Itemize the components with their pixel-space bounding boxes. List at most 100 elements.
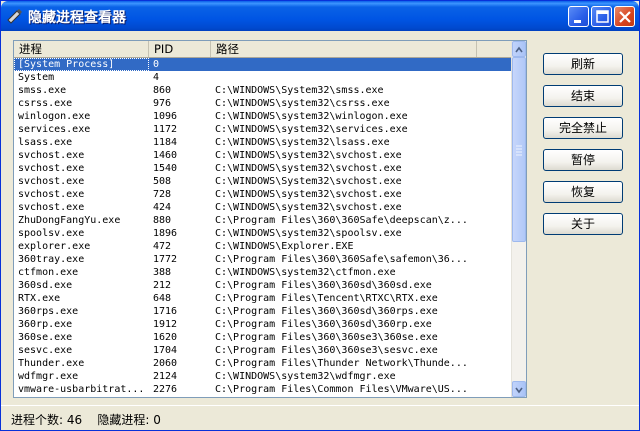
table-row[interactable]: smss.exe 860 C:\WINDOWS\System32\smss.exe	[14, 84, 513, 97]
table-row[interactable]: ctfmon.exe 388 C:\WINDOWS\system32\ctfmon.…	[14, 266, 513, 279]
path-cell: C:\WINDOWS\system32\winlogon.exe	[215, 111, 408, 122]
pid-cell: 1184	[153, 137, 178, 148]
arrow-up-icon	[515, 46, 523, 53]
block-completely-button[interactable]: 完全禁止	[543, 117, 623, 139]
table-row[interactable]: 360sd.exe 212 C:\Program Files\360\360sd\3…	[14, 279, 513, 292]
pid-cell: 388	[153, 267, 172, 278]
pid-cell: 212	[153, 280, 172, 291]
table-row[interactable]: lsass.exe 1184 C:\WINDOWS\system32\lsass.e…	[14, 136, 513, 149]
pid-cell: 1704	[153, 345, 178, 356]
table-row[interactable]: spoolsv.exe 1896 C:\WINDOWS\system32\spool…	[14, 227, 513, 240]
table-row[interactable]: Thunder.exe 2060 C:\Program Files\Thunder …	[14, 357, 513, 370]
table-row[interactable]: svchost.exe 728 C:\WINDOWS\system32\svchos…	[14, 188, 513, 201]
table-row[interactable]: ZhuDongFangYu.exe 880 C:\Program Files\360…	[14, 214, 513, 227]
process-name-cell: [System Process]	[14, 58, 149, 71]
table-row[interactable]: explorer.exe 472 C:\WINDOWS\Explorer.EXE	[14, 240, 513, 253]
path-cell: C:\WINDOWS\system32\svchost.exe	[215, 189, 402, 200]
path-cell	[211, 58, 513, 71]
table-row[interactable]: 360tray.exe 1772 C:\Program Files\360\360S…	[14, 253, 513, 266]
process-name-cell: 360tray.exe	[18, 254, 85, 265]
path-cell: C:\Program Files\360\360se3\sesvc.exe	[215, 345, 438, 356]
arrow-down-icon	[515, 387, 523, 394]
path-cell: C:\Program Files\Tencent\RTXC\RTX.exe	[215, 293, 438, 304]
table-row[interactable]: svchost.exe 1460 C:\WINDOWS\system32\svcho…	[14, 149, 513, 162]
table-row[interactable]: 360se.exe 1620 C:\Program Files\360\360se3…	[14, 331, 513, 344]
pid-cell: 2060	[153, 358, 178, 369]
path-cell: C:\Program Files\360\360se3\360se.exe	[215, 332, 438, 343]
path-cell: C:\WINDOWS\system32\csrss.exe	[215, 98, 390, 109]
path-cell: C:\WINDOWS\system32\svchost.exe	[215, 163, 402, 174]
process-name-cell: svchost.exe	[18, 202, 85, 213]
table-row[interactable]: services.exe 1172 C:\WINDOWS\system32\serv…	[14, 123, 513, 136]
process-name-cell: vmware-usbarbitrat...	[18, 384, 145, 395]
pid-cell: 648	[153, 293, 172, 304]
table-row[interactable]: 360rps.exe 1716 C:\Program Files\360\360sd…	[14, 305, 513, 318]
about-button[interactable]: 关于	[543, 213, 623, 235]
process-name-cell: svchost.exe	[18, 163, 85, 174]
path-cell: C:\Program Files\360\360Safe\deepscan\z.…	[215, 215, 468, 226]
pid-cell: 472	[153, 241, 172, 252]
table-row[interactable]: wdfmgr.exe 2124 C:\WINDOWS\system32\wdfmgr…	[14, 370, 513, 383]
process-name-cell: ctfmon.exe	[18, 267, 79, 278]
path-cell: C:\WINDOWS\system32\wdfmgr.exe	[215, 371, 396, 382]
table-row[interactable]: System 4	[14, 71, 513, 84]
path-cell: C:\WINDOWS\system32\spoolsv.exe	[215, 228, 402, 239]
process-name-cell: 360rp.exe	[18, 319, 73, 330]
status-bar: 进程个数: 46 隐藏进程: 0	[1, 405, 639, 431]
pid-cell: 1096	[153, 111, 178, 122]
path-cell: C:\WINDOWS\Explorer.EXE	[215, 241, 354, 252]
pid-cell: 508	[153, 176, 172, 187]
hidden-process-label: 隐藏进程:	[97, 413, 150, 427]
path-cell: C:\WINDOWS\System32\smss.exe	[215, 85, 384, 96]
table-row[interactable]: svchost.exe 508 C:\WINDOWS\System32\svchos…	[14, 175, 513, 188]
scroll-down-button[interactable]	[512, 381, 526, 397]
scroll-thumb[interactable]	[512, 57, 526, 242]
process-name-cell: svchost.exe	[18, 189, 85, 200]
vertical-scrollbar[interactable]	[511, 41, 526, 397]
pid-cell: 728	[153, 189, 172, 200]
pause-button[interactable]: 暂停	[543, 149, 623, 171]
table-row[interactable]: sesvc.exe 1704 C:\Program Files\360\360se3…	[14, 344, 513, 357]
process-name-cell: 360sd.exe	[18, 280, 73, 291]
table-row[interactable]: vmware-usbarbitrat... 2276 C:\Program File…	[14, 383, 513, 396]
process-name-cell: svchost.exe	[18, 176, 85, 187]
title-bar[interactable]: 隐藏进程查看器	[1, 1, 639, 31]
pid-cell: 1716	[153, 306, 178, 317]
close-button[interactable]	[614, 6, 635, 27]
column-header-name[interactable]: 进程	[14, 41, 149, 57]
refresh-button[interactable]: 刷新	[543, 53, 623, 75]
path-cell: C:\WINDOWS\system32\svchost.exe	[215, 202, 402, 213]
maximize-button[interactable]	[591, 6, 612, 27]
end-process-button[interactable]: 结束	[543, 85, 623, 107]
table-row[interactable]: svchost.exe 1540 C:\WINDOWS\system32\svcho…	[14, 162, 513, 175]
process-list[interactable]: 进程 PID 路径 [System Process] 0 System 4 smss.e…	[13, 40, 527, 398]
table-row[interactable]: [System Process] 0	[14, 58, 513, 71]
column-header-path[interactable]: 路径	[211, 41, 477, 57]
path-cell: C:\Program Files\360\360sd\360sd.exe	[215, 280, 432, 291]
process-name-cell: lsass.exe	[18, 137, 73, 148]
path-cell	[211, 71, 513, 84]
main-window: 隐藏进程查看器 进程 PID 路径 [System Process] 0 Syste…	[0, 0, 640, 431]
process-name-cell: 360se.exe	[18, 332, 73, 343]
status-text: 进程个数: 46 隐藏进程: 0	[11, 411, 161, 428]
scroll-up-button[interactable]	[512, 41, 526, 57]
path-cell: C:\Program Files\360\360Safe\safemon\36.…	[215, 254, 468, 265]
pid-cell: 1896	[153, 228, 178, 239]
minimize-button[interactable]	[568, 6, 589, 27]
resume-button[interactable]: 恢复	[543, 181, 623, 203]
table-row[interactable]: RTX.exe 648 C:\Program Files\Tencent\RTXC\…	[14, 292, 513, 305]
table-row[interactable]: csrss.exe 976 C:\WINDOWS\system32\csrss.ex…	[14, 97, 513, 110]
path-cell: C:\WINDOWS\system32\services.exe	[215, 124, 408, 135]
pid-cell: 1620	[153, 332, 178, 343]
process-name-cell: smss.exe	[18, 85, 67, 96]
close-icon	[619, 11, 631, 23]
table-row[interactable]: winlogon.exe 1096 C:\WINDOWS\system32\winl…	[14, 110, 513, 123]
pid-cell: 0	[153, 59, 160, 70]
table-row[interactable]: 360rp.exe 1912 C:\Program Files\360\360sd\…	[14, 318, 513, 331]
path-cell: C:\WINDOWS\system32\svchost.exe	[215, 150, 402, 161]
process-name-cell: csrss.exe	[18, 98, 73, 109]
column-header-pid[interactable]: PID	[149, 41, 211, 57]
table-row[interactable]: svchost.exe 424 C:\WINDOWS\system32\svchos…	[14, 201, 513, 214]
pid-cell: 1772	[153, 254, 178, 265]
process-name-cell: winlogon.exe	[18, 111, 91, 122]
